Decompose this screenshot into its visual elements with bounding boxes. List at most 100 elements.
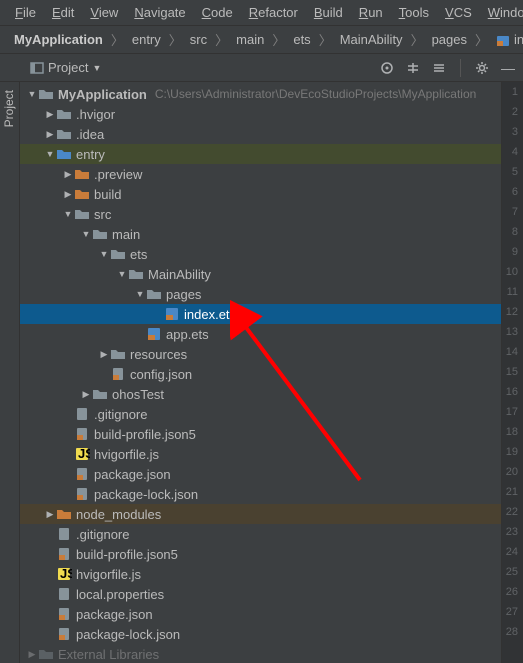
tree-item[interactable]: ▶.preview: [20, 164, 501, 184]
line-number: 5: [502, 162, 523, 182]
file-icon: [56, 526, 72, 542]
breadcrumb-item[interactable]: index.ets: [492, 30, 523, 49]
line-number: 4: [502, 142, 523, 162]
hide-icon[interactable]: —: [499, 59, 517, 77]
project-icon: [30, 61, 44, 75]
collapse-icon[interactable]: [430, 59, 448, 77]
line-number: 2: [502, 102, 523, 122]
menu-tools[interactable]: Tools: [392, 2, 436, 23]
tree-item[interactable]: ▶build: [20, 184, 501, 204]
tree-item[interactable]: JShvigorfile.js: [20, 444, 501, 464]
json-icon: [56, 546, 72, 562]
breadcrumb-item[interactable]: pages: [428, 30, 471, 49]
tree-item[interactable]: ▼ets: [20, 244, 501, 264]
tree-item[interactable]: package.json: [20, 604, 501, 624]
folder-blue-icon: [56, 146, 72, 162]
separator: [460, 59, 461, 77]
menu-vcs[interactable]: VCS: [438, 2, 479, 23]
tree-item[interactable]: local.properties: [20, 584, 501, 604]
expand-icon[interactable]: [404, 59, 422, 77]
breadcrumb-sep: 〉: [411, 30, 424, 49]
tree-item[interactable]: .gitignore: [20, 524, 501, 544]
line-number: 25: [502, 562, 523, 582]
folder-icon: [56, 126, 72, 142]
menu-file[interactable]: File: [8, 2, 43, 23]
breadcrumb-item[interactable]: MyApplication: [10, 30, 107, 49]
breadcrumb-item[interactable]: entry: [128, 30, 165, 49]
tree-item[interactable]: build-profile.json5: [20, 424, 501, 444]
tree-label: config.json: [130, 367, 192, 382]
line-number: 23: [502, 522, 523, 542]
tree-item[interactable]: package-lock.json: [20, 624, 501, 644]
chevron-down-icon: ▼: [92, 63, 101, 73]
menu-navigate[interactable]: Navigate: [127, 2, 192, 23]
tree-label: index.ets: [184, 307, 236, 322]
tree-item[interactable]: app.ets: [20, 324, 501, 344]
tree-item[interactable]: package.json: [20, 464, 501, 484]
tree-label: .preview: [94, 167, 142, 182]
breadcrumb-item[interactable]: MainAbility: [336, 30, 407, 49]
breadcrumb-item[interactable]: ets: [289, 30, 314, 49]
line-number: 10: [502, 262, 523, 282]
tree-label: ets: [130, 247, 147, 262]
tree-item[interactable]: ▼src: [20, 204, 501, 224]
line-number: 17: [502, 402, 523, 422]
tree-item[interactable]: index.ets: [20, 304, 501, 324]
gear-icon[interactable]: [473, 59, 491, 77]
tree-label: node_modules: [76, 507, 161, 522]
tree-item[interactable]: config.json: [20, 364, 501, 384]
menu-window[interactable]: Window: [481, 2, 523, 23]
project-side-tab[interactable]: Project: [0, 82, 18, 135]
tree-item[interactable]: JShvigorfile.js: [20, 564, 501, 584]
breadcrumb-sep: 〉: [475, 30, 488, 49]
menu-run[interactable]: Run: [352, 2, 390, 23]
breadcrumb-item[interactable]: src: [186, 30, 211, 49]
menu-edit[interactable]: Edit: [45, 2, 81, 23]
tree-item[interactable]: package-lock.json: [20, 484, 501, 504]
project-view-selector[interactable]: Project ▼: [30, 60, 101, 75]
tree-label: .idea: [76, 127, 104, 142]
json-icon: [74, 466, 90, 482]
menu-build[interactable]: Build: [307, 2, 350, 23]
line-number: 24: [502, 542, 523, 562]
menu-refactor[interactable]: Refactor: [242, 2, 305, 23]
tree-label: .hvigor: [76, 107, 115, 122]
locate-icon[interactable]: [378, 59, 396, 77]
js-icon: JS: [74, 446, 90, 462]
project-tree[interactable]: ▼MyApplicationC:\Users\Administrator\Dev…: [20, 82, 501, 663]
line-number: 16: [502, 382, 523, 402]
line-number: 20: [502, 462, 523, 482]
tree-root[interactable]: ▼MyApplicationC:\Users\Administrator\Dev…: [20, 84, 501, 104]
tree-item[interactable]: ▶.hvigor: [20, 104, 501, 124]
line-number: 11: [502, 282, 523, 302]
tree-external-libs[interactable]: ▶External Libraries: [20, 644, 501, 663]
file-icon: [74, 406, 90, 422]
breadcrumb-sep: 〉: [319, 30, 332, 49]
tree-item[interactable]: build-profile.json5: [20, 544, 501, 564]
folder-icon: [92, 226, 108, 242]
json-icon: [74, 486, 90, 502]
tree-item[interactable]: ▶.idea: [20, 124, 501, 144]
tree-item[interactable]: .gitignore: [20, 404, 501, 424]
tree-item[interactable]: ▼pages: [20, 284, 501, 304]
json-icon: [74, 426, 90, 442]
folder-icon: [110, 246, 126, 262]
menu-code[interactable]: Code: [195, 2, 240, 23]
breadcrumb-item[interactable]: main: [232, 30, 268, 49]
tree-label: build-profile.json5: [76, 547, 178, 562]
tree-label: build-profile.json5: [94, 427, 196, 442]
tree-item[interactable]: ▶node_modules: [20, 504, 501, 524]
json-icon: [56, 606, 72, 622]
tree-label: app.ets: [166, 327, 209, 342]
tree-item[interactable]: ▶resources: [20, 344, 501, 364]
tree-label: .gitignore: [76, 527, 129, 542]
line-number: 28: [502, 622, 523, 642]
tree-item[interactable]: ▼MainAbility: [20, 264, 501, 284]
tree-item[interactable]: ▼entry: [20, 144, 501, 164]
folder-icon: [74, 206, 90, 222]
menu-view[interactable]: View: [83, 2, 125, 23]
tree-item[interactable]: ▶ohosTest: [20, 384, 501, 404]
folder-icon: [92, 386, 108, 402]
line-number: 21: [502, 482, 523, 502]
tree-item[interactable]: ▼main: [20, 224, 501, 244]
